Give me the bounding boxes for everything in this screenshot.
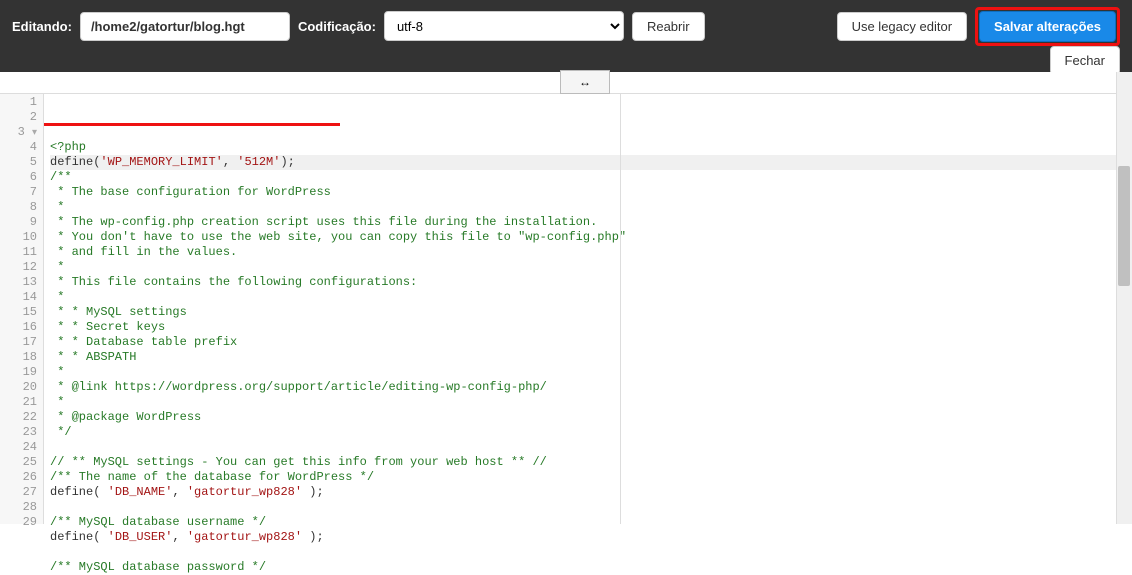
- line-number: 26: [0, 470, 37, 485]
- code-line: *: [50, 200, 1132, 215]
- code-line: * @link https://wordpress.org/support/ar…: [50, 380, 1132, 395]
- line-number: 5: [0, 155, 37, 170]
- toolbar-tabs: ↔: [0, 72, 1132, 94]
- code-line: [50, 440, 1132, 455]
- code-line: * * MySQL settings: [50, 305, 1132, 320]
- code-line: * and fill in the values.: [50, 245, 1132, 260]
- code-line: [50, 545, 1132, 560]
- line-number: 23: [0, 425, 37, 440]
- line-number: 3 ▾: [0, 125, 37, 140]
- line-number: 21: [0, 395, 37, 410]
- line-number: 1: [0, 95, 37, 110]
- legacy-editor-button[interactable]: Use legacy editor: [837, 12, 967, 41]
- code-line: *: [50, 365, 1132, 380]
- line-number: 19: [0, 365, 37, 380]
- code-line: *: [50, 395, 1132, 410]
- line-number: 9: [0, 215, 37, 230]
- vertical-scrollbar[interactable]: [1116, 72, 1132, 524]
- code-content[interactable]: <?phpdefine('WP_MEMORY_LIMIT', '512M');/…: [44, 94, 1132, 524]
- editing-label: Editando:: [12, 19, 72, 34]
- line-number: 15: [0, 305, 37, 320]
- close-button[interactable]: Fechar: [1050, 46, 1120, 75]
- line-number: 28: [0, 500, 37, 515]
- code-line: * You don't have to use the web site, yo…: [50, 230, 1132, 245]
- code-line: define( 'DB_NAME', 'gatortur_wp828' );: [50, 485, 1132, 500]
- code-line: <?php: [50, 140, 1132, 155]
- code-line: * @package WordPress: [50, 410, 1132, 425]
- line-number: 29: [0, 515, 37, 530]
- line-number: 12: [0, 260, 37, 275]
- line-number: 16: [0, 320, 37, 335]
- line-number: 14: [0, 290, 37, 305]
- split-divider[interactable]: [620, 94, 621, 524]
- line-number: 24: [0, 440, 37, 455]
- code-line: * * ABSPATH: [50, 350, 1132, 365]
- line-number: 17: [0, 335, 37, 350]
- code-line: * * Secret keys: [50, 320, 1132, 335]
- line-number: 11: [0, 245, 37, 260]
- code-line: /**: [50, 170, 1132, 185]
- wrap-toggle-button[interactable]: ↔: [560, 70, 610, 94]
- highlight-underline: [44, 123, 340, 126]
- header: Editando: Codificação: utf-8 Reabrir Use…: [0, 0, 1132, 72]
- line-number: 18: [0, 350, 37, 365]
- code-line: [50, 500, 1132, 515]
- file-path-input[interactable]: [80, 12, 290, 41]
- line-number: 7: [0, 185, 37, 200]
- save-button[interactable]: Salvar alterações: [979, 11, 1116, 42]
- code-line: *: [50, 290, 1132, 305]
- code-line: * The wp-config.php creation script uses…: [50, 215, 1132, 230]
- code-line: define( 'DB_USER', 'gatortur_wp828' );: [50, 530, 1132, 545]
- code-line: // ** MySQL settings - You can get this …: [50, 455, 1132, 470]
- code-line: *: [50, 260, 1132, 275]
- line-number: 13: [0, 275, 37, 290]
- save-highlight: Salvar alterações: [975, 7, 1120, 46]
- code-line: define('WP_MEMORY_LIMIT', '512M');: [50, 155, 1132, 170]
- line-gutter: 123 ▾45678910111213141516171819202122232…: [0, 94, 44, 524]
- scroll-thumb[interactable]: [1118, 166, 1130, 286]
- code-line: /** MySQL database username */: [50, 515, 1132, 530]
- line-number: 20: [0, 380, 37, 395]
- code-line: * * Database table prefix: [50, 335, 1132, 350]
- line-number: 8: [0, 200, 37, 215]
- code-line: * The base configuration for WordPress: [50, 185, 1132, 200]
- line-number: 27: [0, 485, 37, 500]
- code-line: /** MySQL database password */: [50, 560, 1132, 575]
- encoding-select[interactable]: utf-8: [384, 11, 624, 41]
- arrow-horizontal-icon: ↔: [579, 75, 591, 89]
- line-number: 6: [0, 170, 37, 185]
- encoding-label: Codificação:: [298, 19, 376, 34]
- reopen-button[interactable]: Reabrir: [632, 12, 705, 41]
- line-number: 10: [0, 230, 37, 245]
- line-number: 22: [0, 410, 37, 425]
- line-number: 4: [0, 140, 37, 155]
- line-number: 2: [0, 110, 37, 125]
- code-line: * This file contains the following confi…: [50, 275, 1132, 290]
- header-row-main: Editando: Codificação: utf-8 Reabrir Use…: [12, 8, 1120, 44]
- line-number: 25: [0, 455, 37, 470]
- code-line: */: [50, 425, 1132, 440]
- code-line: /** The name of the database for WordPre…: [50, 470, 1132, 485]
- code-editor[interactable]: 123 ▾45678910111213141516171819202122232…: [0, 94, 1132, 524]
